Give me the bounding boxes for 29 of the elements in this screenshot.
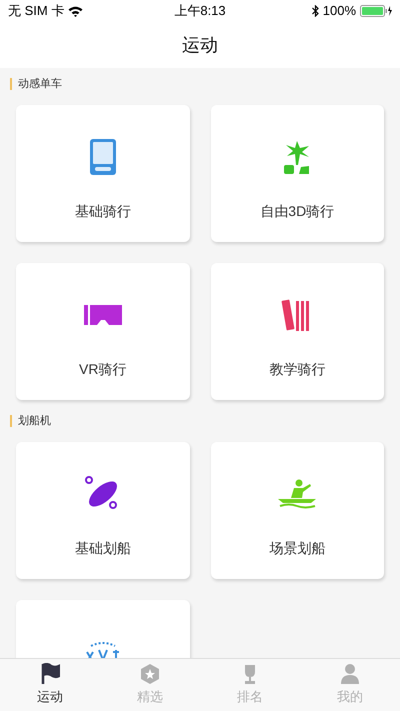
card-label: 基础划船 xyxy=(74,539,131,558)
activity-card[interactable]: VR骑行 xyxy=(16,263,190,400)
card-label: 场景划船 xyxy=(269,539,326,558)
battery-charging-icon xyxy=(360,5,392,17)
battery-percent: 100% xyxy=(322,2,356,20)
section-title: 动感单车 xyxy=(18,76,62,92)
carrier-text: 无 SIM 卡 xyxy=(8,2,64,20)
meter-icon xyxy=(88,138,117,176)
activity-card[interactable]: 自由3D骑行 xyxy=(210,105,384,242)
rowing-person-icon xyxy=(277,479,318,509)
activity-card[interactable]: 教学骑行 xyxy=(210,263,384,400)
person-icon xyxy=(340,663,360,686)
flag-icon xyxy=(40,663,60,686)
tab-bar-item[interactable]: 运动 xyxy=(0,659,100,711)
activity-card[interactable]: 基础骑行 xyxy=(16,105,190,242)
page-title: 运动 xyxy=(182,34,218,56)
palm-tree-icon xyxy=(283,139,312,175)
vr-headset-icon xyxy=(82,303,123,327)
bluetooth-icon xyxy=(312,5,319,17)
activity-card[interactable]: 场景划船 xyxy=(210,442,384,579)
activity-card[interactable]: 基础划船 xyxy=(16,442,190,579)
card-label: 自由3D骑行 xyxy=(260,202,334,221)
wifi-icon xyxy=(68,6,84,16)
card-label: 教学骑行 xyxy=(269,360,326,379)
card-label: VR骑行 xyxy=(79,360,126,379)
section-title: 划船机 xyxy=(18,414,51,429)
card-label: 基础骑行 xyxy=(74,202,131,221)
clock-time: 上午8:13 xyxy=(174,2,226,20)
star-icon xyxy=(140,663,160,686)
